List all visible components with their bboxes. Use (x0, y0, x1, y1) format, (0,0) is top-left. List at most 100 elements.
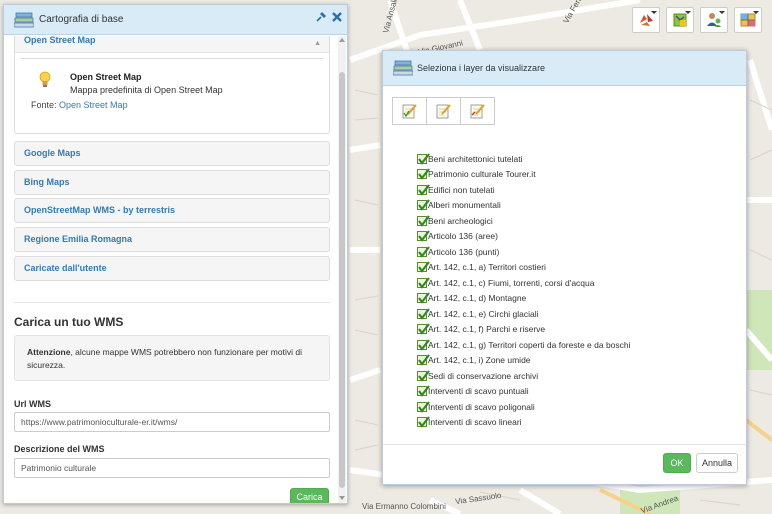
layer-item[interactable]: Beni architettonici tutelati (417, 151, 631, 167)
layer-checkbox[interactable] (417, 370, 430, 382)
checkmark-icon (418, 354, 430, 367)
layer-item[interactable]: Sedi di conservazione archivi (417, 368, 631, 384)
chevron-up-icon: ▲ (314, 40, 321, 47)
pin-icon[interactable] (315, 11, 327, 23)
layer-checkbox[interactable] (417, 354, 430, 367)
layer-checkbox[interactable] (417, 230, 430, 243)
layer-checkbox[interactable] (417, 385, 430, 398)
layer-label: Interventi di scavo puntuali (428, 386, 529, 397)
layer-item[interactable]: Art. 142, c.1, i) Zone umide (417, 353, 631, 369)
layer-label: Beni archeologici (428, 215, 493, 226)
layer-checkbox[interactable] (417, 292, 430, 305)
source-label: Fonte: (31, 100, 57, 110)
layer-label: Alberi monumentali (428, 200, 501, 211)
layer-item[interactable]: Art. 142, c.1, a) Territori costieri (417, 260, 631, 276)
layer-item[interactable]: Interventi di scavo puntuali (417, 384, 631, 400)
checkmark-icon (418, 370, 430, 382)
ok-button[interactable]: OK (663, 453, 691, 473)
panel-body: Open Street Map ▲ Open Street Map Mappa … (4, 36, 340, 503)
layer-item[interactable]: Art. 142, c.1, f) Parchi e riserve (417, 322, 631, 338)
checkmark-icon (418, 292, 430, 305)
layer-item[interactable]: Patrimonio culturale Tourer.it (417, 167, 631, 183)
layer-checkbox[interactable] (417, 153, 430, 165)
grid-tool-button[interactable] (734, 7, 762, 33)
accordion-osm-wms[interactable]: OpenStreetMap WMS - by terrestris (14, 198, 330, 223)
option-name: Open Street Map (70, 72, 142, 82)
checkmark-icon (418, 215, 430, 227)
checkmark-icon (418, 168, 430, 181)
layer-select-dialog: Seleziona i layer da visualizzare Beni a… (382, 50, 747, 485)
layer-item[interactable]: Art. 142, c.1, e) Circhi glaciali (417, 306, 631, 322)
checkmark-icon (418, 153, 430, 165)
layer-checkbox[interactable] (417, 168, 430, 181)
scroll-down-icon[interactable] (339, 496, 345, 500)
layer-checkbox[interactable] (417, 323, 430, 336)
layer-checkbox[interactable] (417, 401, 430, 413)
checkmark-icon (418, 277, 430, 289)
base-map-option-osm[interactable]: Open Street Map Mappa predefinita di Ope… (21, 58, 323, 126)
accordion-header-osm[interactable]: Open Street Map ▲ (15, 36, 329, 53)
layer-item[interactable]: Art. 142, c.1, g) Territori coperti da f… (417, 337, 631, 353)
option-source: Fonte: Open Street Map (31, 100, 128, 110)
map-toolbar (632, 7, 762, 33)
layer-label: Interventi di scavo lineari (428, 417, 522, 428)
deselect-all-button[interactable] (426, 97, 461, 125)
scroll-thumb[interactable] (339, 72, 345, 488)
divider (14, 302, 330, 303)
cancel-button[interactable]: Annulla (696, 453, 738, 473)
wms-description-input[interactable] (14, 458, 330, 478)
source-link[interactable]: Open Street Map (59, 100, 128, 110)
layer-checkbox[interactable] (417, 339, 430, 351)
layer-label: Art. 142, c.1, f) Parchi e riserve (428, 324, 546, 335)
wms-warning: Attenzione, alcune mappe WMS potrebbero … (14, 335, 330, 381)
layer-checkbox[interactable] (417, 416, 430, 429)
accordion-bing-maps[interactable]: Bing Maps (14, 170, 330, 195)
accordion-emilia-romagna[interactable]: Regione Emilia Romagna (14, 227, 330, 252)
scroll-up-icon[interactable] (339, 38, 345, 42)
layer-checkbox[interactable] (417, 277, 430, 289)
layer-item[interactable]: Art. 142, c.1, d) Montagne (417, 291, 631, 307)
layer-label: Patrimonio culturale Tourer.it (428, 169, 536, 180)
lightbulb-icon (39, 71, 51, 87)
base-map-panel: Cartografia di base Open Street Map ▲ Op… (3, 4, 348, 504)
layers-tool-button[interactable] (666, 7, 694, 33)
invert-selection-button[interactable] (460, 97, 495, 125)
checkmark-icon (418, 261, 430, 274)
checkmark-icon (418, 246, 430, 258)
select-all-button[interactable] (392, 97, 427, 125)
accordion-user-uploaded[interactable]: Caricate dall'utente (14, 256, 330, 281)
edit-check-icon (402, 104, 417, 119)
layer-list: Beni architettonici tutelati Patrimonio c… (417, 151, 631, 430)
dialog-title: Seleziona i layer da visualizzare (417, 63, 546, 73)
load-wms-button[interactable]: Carica (290, 488, 329, 503)
layer-label: Sedi di conservazione archivi (428, 370, 539, 381)
layer-checkbox[interactable] (417, 261, 430, 274)
layer-checkbox[interactable] (417, 215, 430, 227)
layer-checkbox[interactable] (417, 308, 430, 320)
wms-url-input[interactable] (14, 412, 330, 432)
panel-scrollbar[interactable] (338, 36, 346, 503)
recycle-tool-button[interactable] (632, 7, 660, 33)
layer-label: Beni architettonici tutelati (428, 153, 523, 164)
users-tool-button[interactable] (700, 7, 728, 33)
layer-item[interactable]: Beni archeologici (417, 213, 631, 229)
layer-checkbox[interactable] (417, 199, 430, 212)
accordion-google-maps[interactable]: Google Maps (14, 141, 330, 166)
layer-item[interactable]: Interventi di scavo lineari (417, 415, 631, 431)
layer-item[interactable]: Art. 142, c.1, c) Fiumi, torrenti, corsi… (417, 275, 631, 291)
close-icon[interactable] (331, 11, 343, 23)
dialog-toolbar (392, 97, 495, 125)
layer-checkbox[interactable] (417, 184, 430, 196)
layer-checkbox[interactable] (417, 246, 430, 258)
layer-item[interactable]: Edifici non tutelati (417, 182, 631, 198)
layer-item[interactable]: Alberi monumentali (417, 198, 631, 214)
layer-item[interactable]: Articolo 136 (aree) (417, 229, 631, 245)
accordion-open-street-map: Open Street Map ▲ Open Street Map Mappa … (14, 36, 330, 134)
wms-section-title: Carica un tuo WMS (14, 315, 124, 329)
layer-item[interactable]: Articolo 136 (punti) (417, 244, 631, 260)
checkmark-icon (418, 416, 430, 429)
checkmark-icon (418, 385, 430, 398)
description-label: Descrizione del WMS (14, 444, 105, 454)
dialog-header: Seleziona i layer da visualizzare (383, 51, 746, 86)
layer-item[interactable]: Interventi di scavo poligonali (417, 399, 631, 415)
